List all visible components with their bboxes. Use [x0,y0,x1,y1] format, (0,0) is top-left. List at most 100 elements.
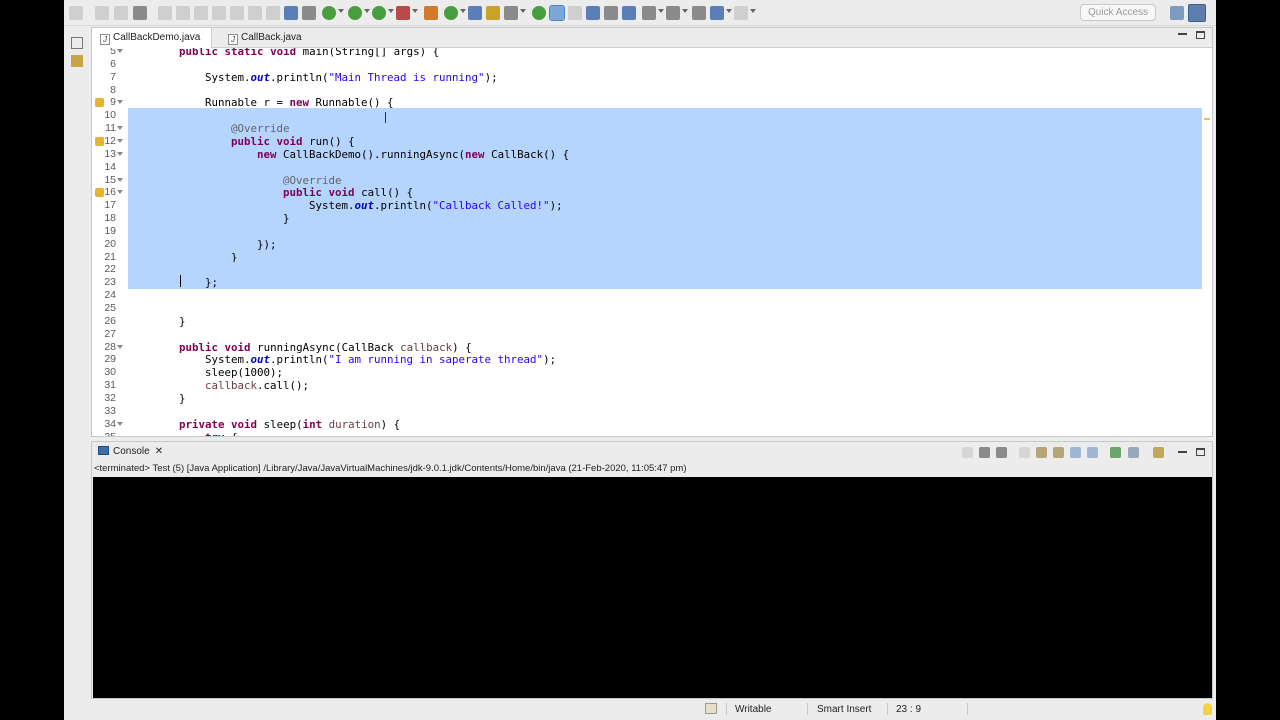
pilcrow-icon[interactable] [622,6,636,20]
disconnect-icon[interactable] [212,6,226,20]
debug-config-icon[interactable] [302,6,316,20]
pin-console-icon[interactable] [1110,447,1121,458]
coverage-icon[interactable] [284,6,298,20]
next-annotation-dropdown-icon[interactable] [658,9,664,13]
fold-toggle-icon[interactable] [117,190,123,195]
minimize-icon[interactable] [1178,451,1187,453]
code-line[interactable]: 24 [92,289,1212,302]
toggle-block-selection-icon[interactable] [568,6,582,20]
search-dropdown-icon[interactable] [520,9,526,13]
code-area[interactable]: 5 public static void main(String[] args)… [92,48,1212,436]
clear-console-icon[interactable] [1019,447,1030,458]
code-line[interactable]: 32 } [92,392,1212,405]
annotation-icon[interactable] [532,6,546,20]
tab-console[interactable]: Console ✕ [95,444,163,460]
open-perspective-icon[interactable] [1170,6,1184,20]
terminate-icon[interactable] [962,447,973,458]
code-line[interactable]: 7 System.out.println("Main Thread is run… [92,71,1212,84]
console-output[interactable] [93,477,1212,698]
restore-icon[interactable] [71,37,83,49]
code-line[interactable]: 33 [92,405,1212,418]
suspend-icon[interactable] [176,6,190,20]
code-line[interactable]: 27 [92,328,1212,341]
code-line[interactable]: 30 sleep(1000); [92,366,1212,379]
code-line[interactable]: 5 public static void main(String[] args)… [92,48,1212,58]
fold-toggle-icon[interactable] [117,138,123,143]
fold-toggle-icon[interactable] [117,126,123,131]
fold-toggle-icon[interactable] [117,344,123,349]
terminate-icon[interactable] [194,6,208,20]
code-line[interactable]: 34 private void sleep(int duration) { [92,418,1212,431]
fold-toggle-icon[interactable] [117,100,123,105]
new-java-project-icon[interactable] [424,6,438,20]
back-dropdown-icon[interactable] [726,9,732,13]
step-over-icon[interactable] [248,6,262,20]
save-icon[interactable] [95,6,109,20]
previous-annotation-icon[interactable] [666,6,680,20]
new-icon[interactable] [69,6,83,20]
fold-toggle-icon[interactable] [117,421,123,426]
forward-dropdown-icon[interactable] [750,9,756,13]
resume-icon[interactable] [158,6,172,20]
new-class-icon[interactable] [444,6,458,20]
external-tools-icon[interactable] [396,6,410,20]
coverage-run-icon[interactable] [372,6,386,20]
quick-access-input[interactable]: Quick Access [1080,4,1156,21]
step-return-icon[interactable] [266,6,280,20]
save-all-icon[interactable] [114,6,128,20]
code-line[interactable]: 29 System.out.println("I am running in s… [92,353,1212,366]
insert-mode-status[interactable]: Smart Insert [817,700,871,719]
coverage-dropdown-icon[interactable] [388,9,394,13]
remove-launch-icon[interactable] [979,447,990,458]
last-edit-icon[interactable] [692,6,706,20]
show-whitespace-icon[interactable] [604,6,618,20]
open-console-icon[interactable] [1153,447,1164,458]
remove-all-terminated-icon[interactable] [996,447,1007,458]
debug-icon[interactable] [322,6,336,20]
code-line[interactable]: 23 }; [92,275,1212,289]
step-into-icon[interactable] [230,6,244,20]
minimize-icon[interactable] [1178,33,1187,35]
code-line[interactable]: 8 [92,84,1212,97]
tab-callbackdemo[interactable]: JCallBackDemo.java✕ [92,28,212,62]
fold-toggle-icon[interactable] [117,49,123,53]
close-icon[interactable]: ✕ [155,446,163,457]
code-line[interactable]: 6 [92,58,1212,71]
maximize-icon[interactable] [1196,31,1205,39]
word-wrap-icon[interactable] [1053,447,1064,458]
external-tools-dropdown-icon[interactable] [412,9,418,13]
overview-ruler-mark[interactable] [1204,118,1210,120]
tip-bulb-icon[interactable] [1203,703,1212,715]
new-class-dropdown-icon[interactable] [460,9,466,13]
scroll-lock-icon[interactable] [1036,447,1047,458]
fold-toggle-icon[interactable] [117,151,123,156]
forward-icon[interactable] [734,6,748,20]
code-line[interactable]: 28 public void runningAsync(CallBack cal… [92,341,1212,354]
fold-toggle-icon[interactable] [117,177,123,182]
show-stdout-icon[interactable] [1070,447,1081,458]
skip-breakpoints-icon[interactable] [133,6,147,20]
console-status-text: <terminated> Test (5) [Java Application]… [94,463,687,474]
open-type-icon[interactable] [468,6,482,20]
code-line[interactable]: 25 [92,302,1212,315]
search-icon[interactable] [504,6,518,20]
open-task-icon[interactable] [486,6,500,20]
code-line[interactable]: 26 } [92,315,1212,328]
run-dropdown-icon[interactable] [364,9,370,13]
code-line[interactable]: 31 callback.call(); [92,379,1212,392]
show-stderr-icon[interactable] [1087,447,1098,458]
code-line[interactable]: 35 try { [92,431,1212,437]
next-annotation-icon[interactable] [642,6,656,20]
display-console-icon[interactable] [1128,447,1139,458]
previous-annotation-dropdown-icon[interactable] [682,9,688,13]
maximize-icon[interactable] [1196,448,1205,456]
java-perspective-icon[interactable] [1188,4,1206,22]
word-wrap-icon[interactable] [586,6,600,20]
toggle-mark-occurrences-icon[interactable] [549,5,565,21]
package-explorer-icon[interactable] [71,55,83,67]
cursor-position[interactable]: 23 : 9 [896,700,921,719]
tab-callback[interactable]: J CallBack.java [220,28,310,48]
run-icon[interactable] [348,6,362,20]
debug-dropdown-icon[interactable] [338,9,344,13]
back-icon[interactable] [710,6,724,20]
